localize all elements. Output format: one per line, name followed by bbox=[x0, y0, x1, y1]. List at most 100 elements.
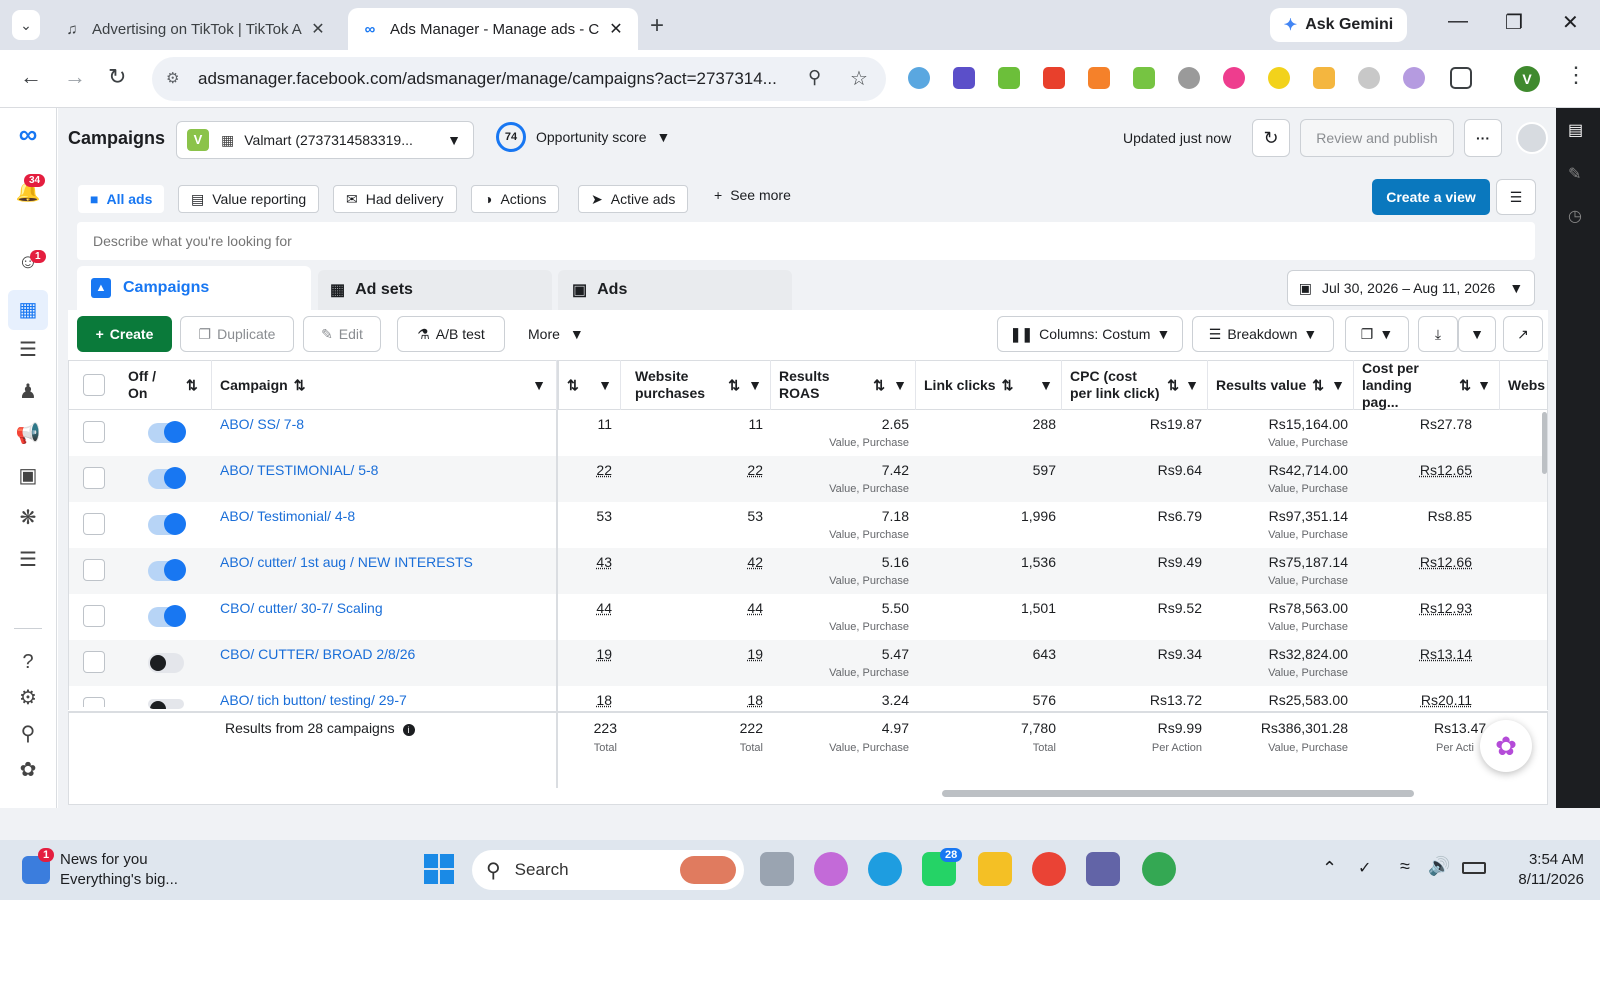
bookmark-star-icon[interactable]: ☆ bbox=[850, 66, 868, 91]
filter-settings-button[interactable]: ☰ bbox=[1496, 179, 1536, 215]
taskbar-search[interactable]: ⚲ Search bbox=[472, 850, 744, 890]
chrome-menu-icon[interactable]: ⋮ bbox=[1565, 62, 1587, 88]
view-actions[interactable]: ◑ Actions bbox=[471, 185, 560, 213]
vertical-scrollbar[interactable] bbox=[1542, 412, 1547, 474]
edit-button[interactable]: ✎ Edit bbox=[303, 316, 381, 352]
col-link-clicks[interactable]: Link clicks ⇅ ▼ bbox=[916, 360, 1062, 410]
back-icon[interactable]: ← bbox=[20, 64, 42, 90]
start-windows-icon[interactable] bbox=[424, 854, 454, 884]
all-tools-menu-icon[interactable]: ☰ bbox=[14, 546, 42, 574]
billing-card-icon[interactable]: ▣ bbox=[14, 462, 42, 490]
meta-logo-icon[interactable]: ∞ bbox=[14, 120, 42, 148]
col-off-on[interactable]: Off / On ⇅ bbox=[120, 360, 212, 410]
create-view-button[interactable]: Create a view bbox=[1372, 179, 1490, 215]
status-toggle[interactable] bbox=[148, 699, 184, 709]
more-options-button[interactable]: ··· bbox=[1464, 119, 1502, 157]
row-checkbox[interactable] bbox=[83, 697, 105, 707]
minimize-icon[interactable]: — bbox=[1448, 10, 1468, 33]
extension-bag-icon[interactable] bbox=[1133, 67, 1155, 89]
teams-icon[interactable] bbox=[1086, 852, 1120, 886]
col-website-purchases[interactable]: Website purchases ⇅ ▼ bbox=[627, 360, 771, 410]
clock[interactable]: 3:54 AM 8/11/2026 bbox=[1500, 850, 1584, 890]
col-cost-per-landing-page[interactable]: Cost per landing pag... ⇅ ▼ bbox=[1354, 360, 1500, 410]
volume-icon[interactable]: 🔊 bbox=[1428, 856, 1450, 877]
campaign-name-link[interactable]: ABO/ TESTIMONIAL/ 5-8 bbox=[220, 462, 378, 478]
info-icon[interactable]: i bbox=[402, 724, 415, 736]
col-website-landing[interactable]: Websi landin bbox=[1500, 360, 1546, 410]
see-more-views-button[interactable]: + See more bbox=[714, 187, 791, 203]
bug-report-icon[interactable]: ✿ bbox=[14, 756, 42, 784]
col-results-roas[interactable]: Results ROAS ⇅ ▼ bbox=[771, 360, 916, 410]
status-toggle[interactable] bbox=[148, 467, 186, 489]
view-active-ads[interactable]: ➤ Active ads bbox=[578, 185, 689, 213]
charts-button[interactable]: ↗ bbox=[1503, 316, 1543, 352]
battery-icon[interactable] bbox=[1462, 862, 1486, 874]
chrome-active-icon[interactable] bbox=[1142, 852, 1176, 886]
tab-ads[interactable]: ▣ Ads bbox=[558, 270, 792, 310]
extensions-puzzle-icon[interactable] bbox=[1450, 67, 1472, 89]
tab-list-chevron-icon[interactable]: ⌄ bbox=[12, 10, 40, 40]
tab-ad-sets[interactable]: ▦ Ad sets bbox=[318, 270, 552, 310]
status-toggle[interactable] bbox=[148, 559, 186, 581]
campaign-name-link[interactable]: ABO/ cutter/ 1st aug / NEW INTERESTS bbox=[220, 554, 473, 570]
refresh-button[interactable]: ↻ bbox=[1252, 119, 1290, 157]
address-bar[interactable]: ⚙ adsmanager.facebook.com/adsmanager/man… bbox=[152, 57, 886, 101]
task-view-icon[interactable] bbox=[760, 852, 794, 886]
account-selector[interactable]: V ▦ Valmart (2737314583319... ▼ bbox=[176, 121, 474, 159]
edge-icon[interactable] bbox=[868, 852, 902, 886]
settings-gear-icon[interactable]: ⚙ bbox=[14, 684, 42, 712]
view-value-reporting[interactable]: ▤ Value reporting bbox=[178, 185, 320, 213]
history-clock-icon[interactable]: ◷ bbox=[1568, 206, 1582, 226]
file-explorer-icon[interactable] bbox=[978, 852, 1012, 886]
status-toggle[interactable] bbox=[148, 653, 184, 673]
restore-icon[interactable]: ❐ bbox=[1505, 10, 1523, 35]
date-range-picker[interactable]: ▣ Jul 30, 2026 – Aug 11, 2026 ▼ bbox=[1287, 270, 1535, 306]
reload-icon[interactable]: ↻ bbox=[108, 64, 126, 90]
col-campaign[interactable]: Campaign ⇅ ▼ bbox=[212, 360, 557, 410]
more-actions-button[interactable]: More ▼ bbox=[528, 326, 584, 342]
status-toggle[interactable] bbox=[148, 421, 186, 443]
profile-avatar[interactable]: V bbox=[1514, 66, 1540, 92]
campaign-name-link[interactable]: CBO/ cutter/ 30-7/ Scaling bbox=[220, 600, 383, 616]
extension-yellow-icon[interactable] bbox=[1268, 67, 1290, 89]
campaign-name-link[interactable]: ABO/ Testimonial/ 4-8 bbox=[220, 508, 355, 524]
copilot-icon[interactable] bbox=[814, 852, 848, 886]
browser-tab-tiktok[interactable]: ♫ Advertising on TikTok | TikTok A ✕ bbox=[50, 8, 340, 50]
extension-dollar-icon[interactable] bbox=[998, 67, 1020, 89]
chart-icon[interactable]: ▤ bbox=[1568, 120, 1583, 140]
close-window-icon[interactable]: ✕ bbox=[1562, 10, 1579, 35]
ads-megaphone-icon[interactable]: 📢 bbox=[14, 420, 42, 448]
status-toggle[interactable] bbox=[148, 513, 186, 535]
breakdown-button[interactable]: ☰ Breakdown ▼ bbox=[1192, 316, 1334, 352]
site-info-icon[interactable]: ⚙ bbox=[166, 69, 179, 87]
extension-gray-icon[interactable] bbox=[1178, 67, 1200, 89]
duplicate-button[interactable]: ❐ Duplicate bbox=[180, 316, 294, 352]
search-input[interactable] bbox=[77, 222, 1535, 260]
extension-orange-icon[interactable] bbox=[1088, 67, 1110, 89]
extension-purple-icon[interactable] bbox=[953, 67, 975, 89]
reports-button[interactable]: ❐ ▼ bbox=[1345, 316, 1409, 352]
browser-tab-ads-manager[interactable]: ∞ Ads Manager - Manage ads - C ✕ bbox=[348, 8, 638, 50]
forward-icon[interactable]: → bbox=[64, 64, 86, 90]
create-button[interactable]: + Create bbox=[77, 316, 172, 352]
close-tab-icon[interactable]: ✕ bbox=[308, 19, 328, 39]
new-tab-button[interactable]: + bbox=[650, 12, 664, 40]
col-results-value[interactable]: Results value ⇅ ▼ bbox=[1208, 360, 1354, 410]
row-checkbox[interactable] bbox=[83, 651, 105, 673]
row-checkbox[interactable] bbox=[83, 559, 105, 581]
view-all-ads[interactable]: ■ All ads bbox=[78, 185, 165, 213]
view-had-delivery[interactable]: ✉ Had delivery bbox=[333, 185, 457, 213]
tab-campaigns[interactable]: ▲ Campaigns bbox=[77, 266, 311, 310]
col-results[interactable]: ⇅ ▼ bbox=[557, 360, 621, 410]
zoom-search-icon[interactable]: ⚲ bbox=[808, 67, 821, 88]
ask-gemini-button[interactable]: ✦ Ask Gemini bbox=[1270, 8, 1407, 42]
help-icon[interactable]: ? bbox=[14, 648, 42, 676]
ab-test-button[interactable]: ⚗ A/B test bbox=[397, 316, 505, 352]
row-checkbox[interactable] bbox=[83, 605, 105, 627]
review-and-publish-button[interactable]: Review and publish bbox=[1300, 119, 1454, 157]
audiences-icon[interactable]: ♟ bbox=[14, 378, 42, 406]
wifi-icon[interactable]: ≈ bbox=[1400, 856, 1410, 877]
campaign-name-link[interactable]: ABO/ SS/ 7-8 bbox=[220, 416, 304, 432]
extension-broadcast-icon[interactable] bbox=[1403, 67, 1425, 89]
business-icon[interactable]: ❋ bbox=[14, 504, 42, 532]
